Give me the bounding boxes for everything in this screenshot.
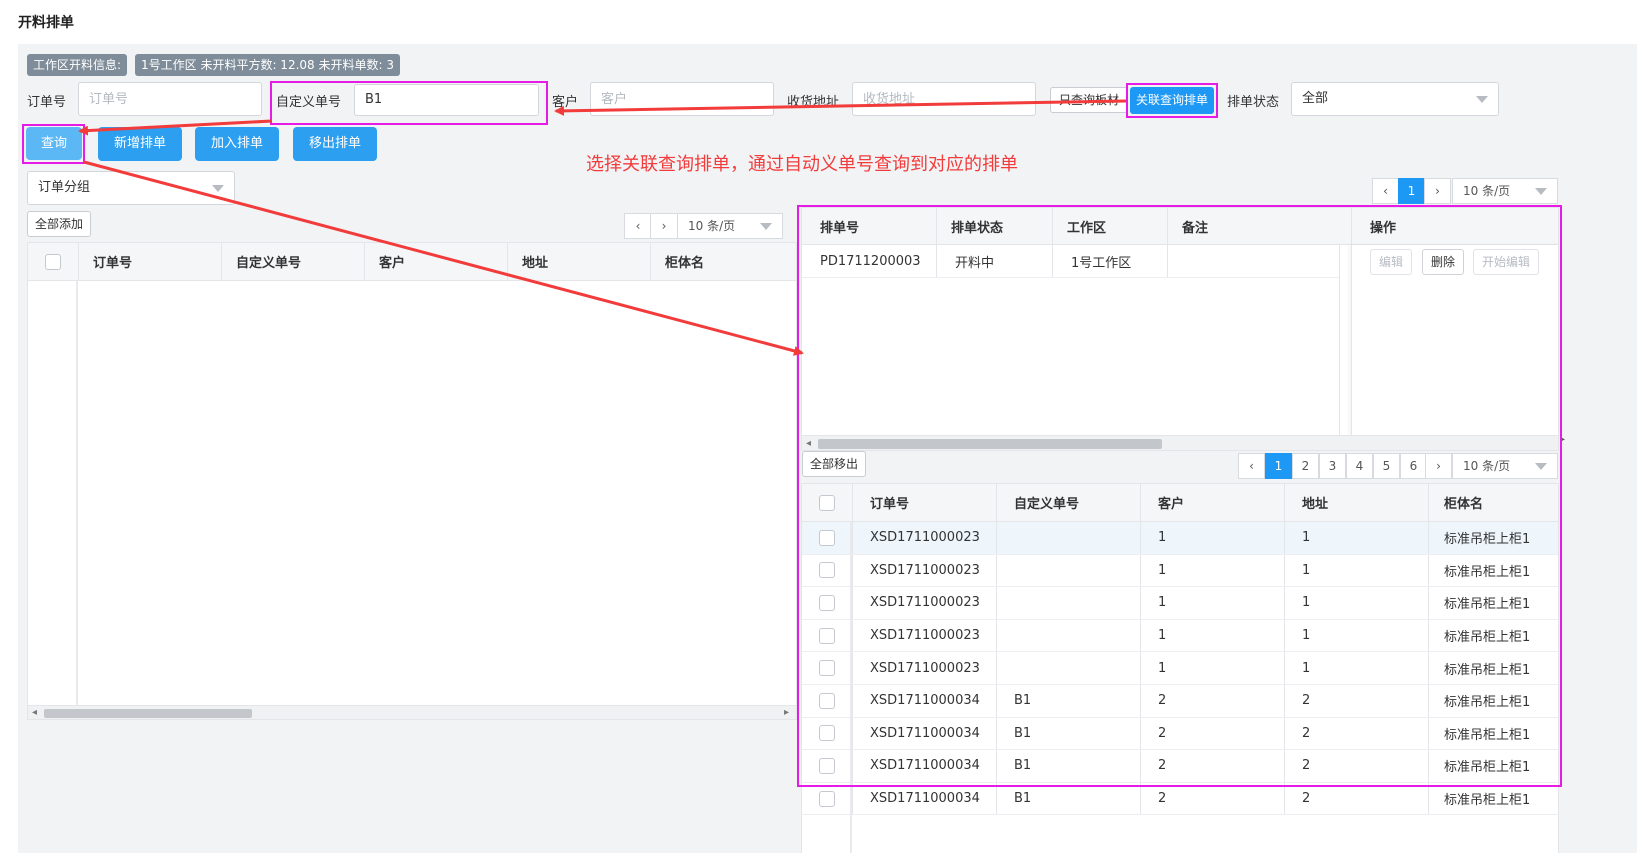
arrow-custom-to-query bbox=[78, 119, 273, 136]
arrow-linked-to-custom bbox=[554, 99, 1127, 116]
arrow-query-to-panel bbox=[83, 160, 804, 356]
annotation-arrows bbox=[78, 99, 1127, 356]
